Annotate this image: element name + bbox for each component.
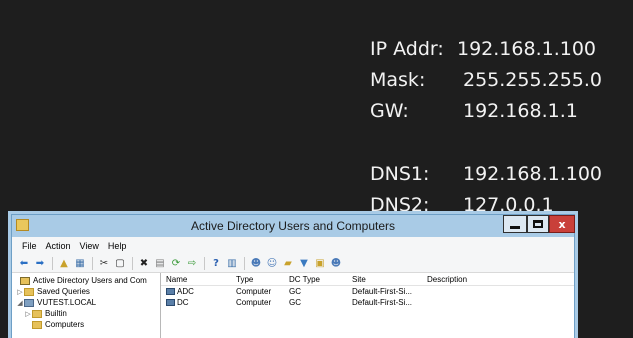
row-site: Default-First-Si... xyxy=(352,298,413,307)
tree-item-domain[interactable]: ◢ VUTEST.LOCAL xyxy=(12,297,160,308)
toolbar-separator xyxy=(132,257,133,270)
row-site: Default-First-Si... xyxy=(352,287,413,296)
maximize-button[interactable] xyxy=(527,215,549,233)
tree-item-computers[interactable]: Computers xyxy=(12,319,160,330)
dns1-value: 192.168.1.100 xyxy=(463,163,603,185)
tree-item-root[interactable]: Active Directory Users and Com xyxy=(12,275,160,286)
tree-computers-label: Computers xyxy=(45,320,85,329)
expand-icon[interactable]: ▷ xyxy=(16,288,24,296)
gw-label: GW: xyxy=(370,100,409,122)
view-icon[interactable]: ▥ xyxy=(226,258,238,270)
toolbar-separator xyxy=(52,257,53,270)
user-icon[interactable]: ☻ xyxy=(250,258,262,270)
collapse-icon[interactable]: ◢ xyxy=(16,299,24,307)
title-bar[interactable]: Active Directory Users and Computers x xyxy=(12,215,575,237)
folder-icon xyxy=(32,309,42,318)
delete-icon[interactable]: ✖ xyxy=(138,258,150,270)
details-list: Name Type DC Type Site Description ADC C… xyxy=(161,273,574,338)
menu-file[interactable]: File xyxy=(22,241,37,251)
window-title: Active Directory Users and Computers xyxy=(190,219,396,233)
expand-icon[interactable]: ▷ xyxy=(24,310,32,318)
close-icon: x xyxy=(558,217,566,231)
export-icon[interactable]: ⇨ xyxy=(186,258,198,270)
find-icon[interactable]: ▣ xyxy=(314,258,326,270)
dns1-label: DNS1: xyxy=(370,163,430,185)
menu-help[interactable]: Help xyxy=(108,241,127,251)
menu-view[interactable]: View xyxy=(80,241,99,251)
list-row[interactable]: ADC Computer GC Default-First-Si... xyxy=(161,286,574,297)
mask-value: 255.255.255.0 xyxy=(463,69,603,91)
row-type: Computer xyxy=(236,287,272,296)
snapin-icon xyxy=(20,276,30,285)
tree-domain-label: VUTEST.LOCAL xyxy=(37,298,97,307)
cut-icon[interactable]: ✂ xyxy=(98,258,110,270)
properties-icon[interactable]: ▤ xyxy=(154,258,166,270)
forward-icon[interactable]: ➡ xyxy=(34,258,46,270)
column-header-name[interactable]: Name xyxy=(161,275,236,284)
content-area: Active Directory Users and Com ▷ Saved Q… xyxy=(12,273,574,338)
mask-label: Mask: xyxy=(370,69,426,91)
ip-value: 192.168.1.100 xyxy=(457,38,597,60)
toolbar: ⬅ ➡ ▲ ▦ ✂ ▢ ✖ ▤ ⟳ ⇨ ? ▥ ☻ ☺ ▰ ▼ ▣ ☻ xyxy=(12,255,574,273)
column-header-type[interactable]: Type xyxy=(236,275,289,284)
menu-bar: File Action View Help xyxy=(12,237,574,255)
menu-action[interactable]: Action xyxy=(46,241,71,251)
column-header-description[interactable]: Description xyxy=(427,275,527,284)
computer-icon xyxy=(166,288,175,295)
folder-icon xyxy=(32,320,42,329)
column-header-site[interactable]: Site xyxy=(352,275,427,284)
ad-users-computers-window: Active Directory Users and Computers x F… xyxy=(11,214,575,338)
row-type: Computer xyxy=(236,298,272,307)
row-dc-type: GC xyxy=(289,298,301,307)
computer-icon xyxy=(166,299,175,306)
list-row[interactable]: DC Computer GC Default-First-Si... xyxy=(161,297,574,308)
maximize-icon xyxy=(533,220,543,228)
minimize-icon xyxy=(510,225,520,229)
toolbar-separator xyxy=(244,257,245,270)
refresh-icon[interactable]: ⟳ xyxy=(170,258,182,270)
tree-root-label: Active Directory Users and Com xyxy=(33,276,147,285)
back-icon[interactable]: ⬅ xyxy=(18,258,30,270)
ip-label: IP Addr: xyxy=(370,38,444,60)
tree-item-builtin[interactable]: ▷ Builtin xyxy=(12,308,160,319)
tree-saved-queries-label: Saved Queries xyxy=(37,287,90,296)
column-header-dc-type[interactable]: DC Type xyxy=(289,275,352,284)
console-tree-icon[interactable]: ▦ xyxy=(74,258,86,270)
up-folder-icon[interactable]: ▲ xyxy=(58,258,70,270)
row-dc-type: GC xyxy=(289,287,301,296)
group-icon[interactable]: ☺ xyxy=(266,258,278,270)
gw-value: 192.168.1.1 xyxy=(463,100,578,122)
help-icon[interactable]: ? xyxy=(210,258,222,270)
toolbar-separator xyxy=(92,257,93,270)
copy-icon[interactable]: ▢ xyxy=(114,258,126,270)
domain-icon xyxy=(24,298,34,307)
list-header: Name Type DC Type Site Description xyxy=(161,273,574,286)
tree-item-saved-queries[interactable]: ▷ Saved Queries xyxy=(12,286,160,297)
ou-icon[interactable]: ▰ xyxy=(282,258,294,270)
add-to-group-icon[interactable]: ☻ xyxy=(330,258,342,270)
filter-icon[interactable]: ▼ xyxy=(298,258,310,270)
tree-builtin-label: Builtin xyxy=(45,309,67,318)
console-tree: Active Directory Users and Com ▷ Saved Q… xyxy=(12,273,161,338)
folder-icon xyxy=(24,287,34,296)
row-name: DC xyxy=(177,298,189,307)
toolbar-separator xyxy=(204,257,205,270)
row-name: ADC xyxy=(177,287,194,296)
minimize-button[interactable] xyxy=(503,215,527,233)
close-button[interactable]: x xyxy=(549,215,575,233)
